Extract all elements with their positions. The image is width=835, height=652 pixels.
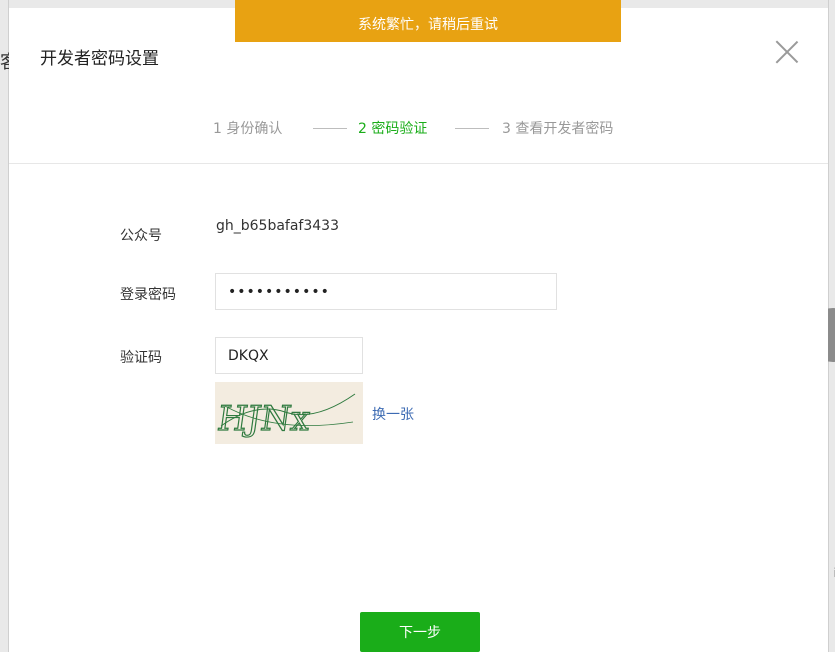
captcha-image: HJNx [214, 382, 363, 444]
close-icon[interactable] [775, 40, 799, 64]
account-value: gh_b65bafaf3433 [216, 218, 339, 234]
background-page-left: 客 [0, 0, 18, 652]
account-label: 公众号 [120, 228, 162, 244]
step-indicator: 1 身份确认 2 密码验证 3 查看开发者密码 [9, 118, 828, 140]
captcha-image-text: HJNx [215, 399, 313, 439]
next-step-button[interactable]: 下一步 [360, 612, 480, 652]
captcha-label: 验证码 [120, 350, 162, 366]
next-step-label: 下一步 [399, 625, 441, 641]
password-field[interactable]: ••••••••••• [215, 273, 557, 310]
screen: 客 i 系统繁忙，请稍后重试 开发者密码设置 1 身份确认 2 密码验证 3 查… [0, 0, 835, 652]
step-password-verify: 2 密码验证 [358, 121, 428, 137]
developer-password-dialog: 系统繁忙，请稍后重试 开发者密码设置 1 身份确认 2 密码验证 3 查看开发者… [9, 0, 828, 652]
dialog-title: 开发者密码设置 [40, 49, 159, 69]
step-view-password: 3 查看开发者密码 [502, 121, 614, 137]
captcha-graphic: HJNx [214, 393, 356, 440]
step-separator [313, 128, 347, 129]
toast-message: 系统繁忙，请稍后重试 [358, 17, 498, 33]
header-divider [9, 163, 828, 164]
password-label: 登录密码 [120, 287, 176, 303]
captcha-value: DKQX [228, 347, 269, 364]
password-value: ••••••••••• [228, 283, 330, 300]
background-page-right: i [811, 0, 835, 652]
error-toast: 系统繁忙，请稍后重试 [235, 0, 621, 42]
step-separator [455, 128, 489, 129]
change-captcha-link[interactable]: 换一张 [372, 404, 414, 424]
step-identity: 1 身份确认 [213, 121, 283, 137]
captcha-field[interactable]: DKQX [215, 337, 363, 374]
